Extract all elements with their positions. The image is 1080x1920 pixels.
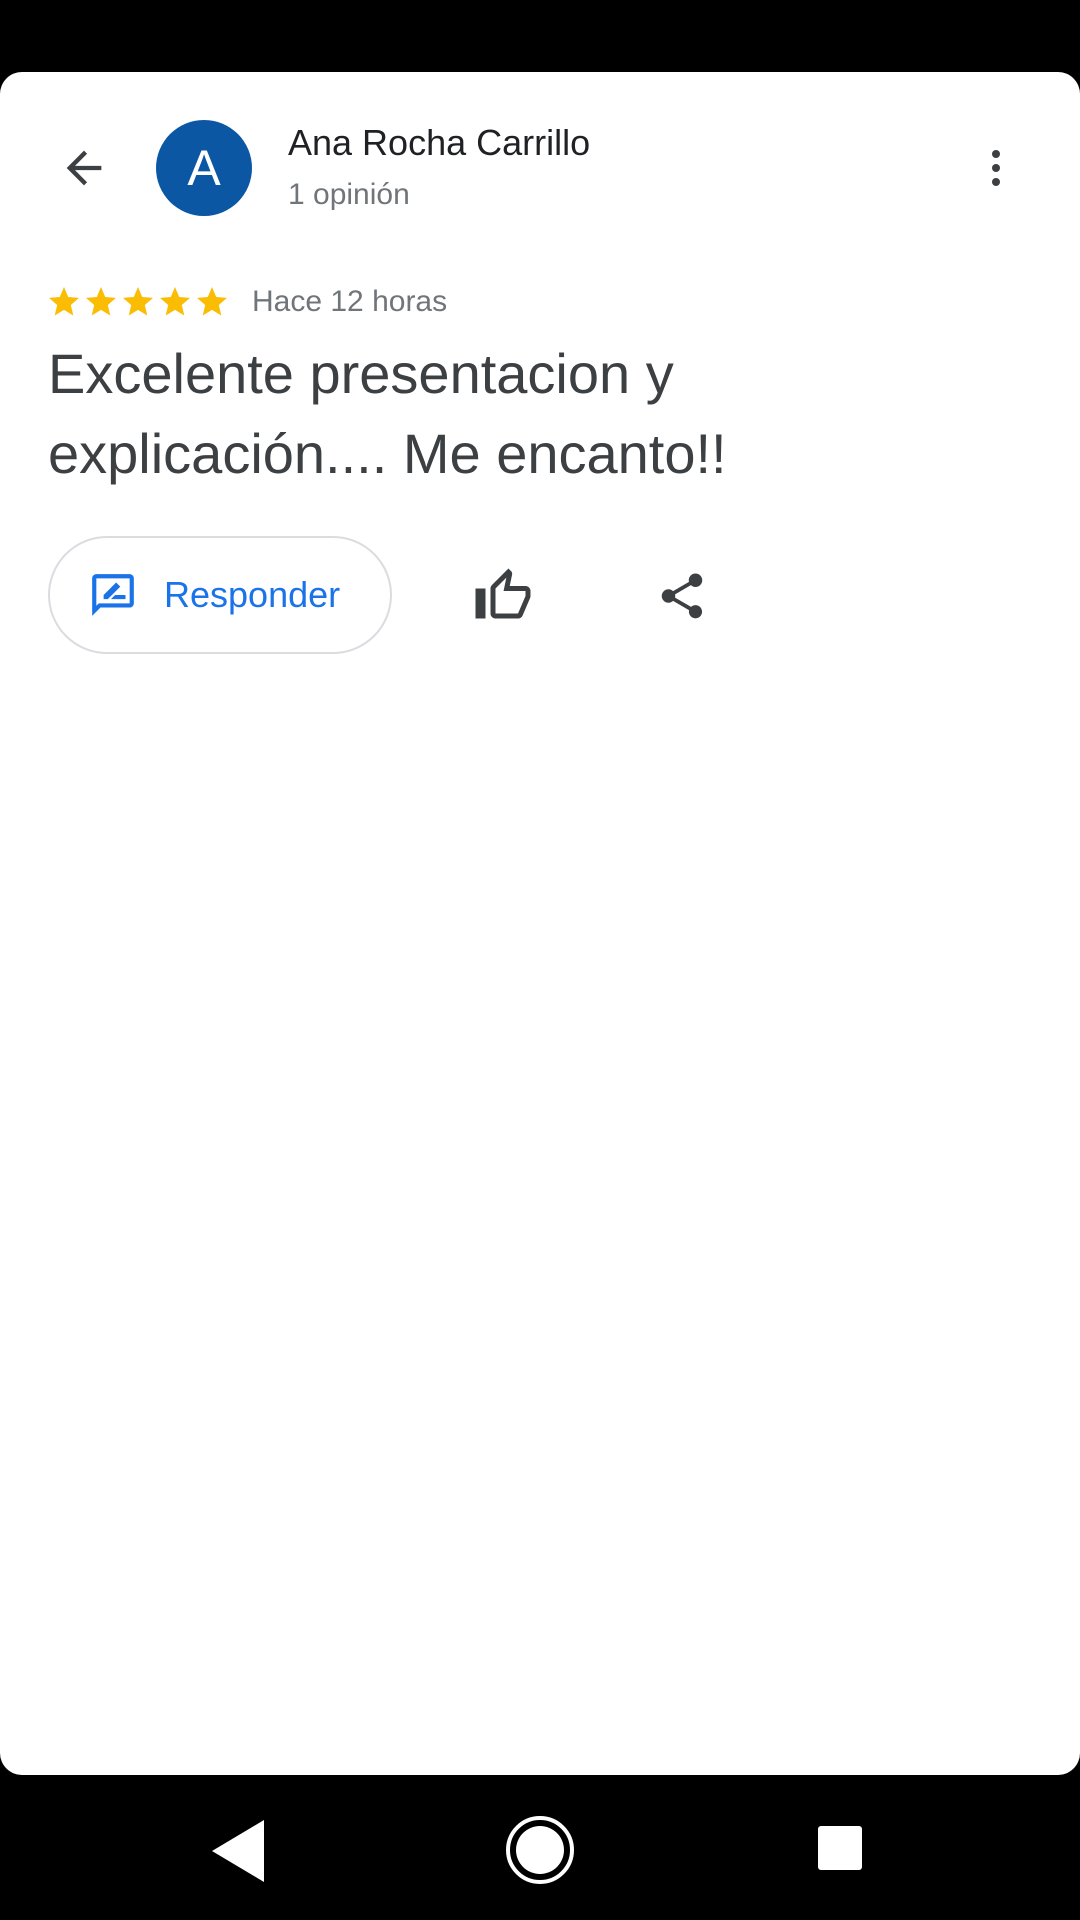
rating-row: Hace 12 horas xyxy=(46,280,447,324)
share-button[interactable] xyxy=(642,556,722,636)
nav-home-icon[interactable] xyxy=(504,1814,576,1886)
review-time: Hace 12 horas xyxy=(252,285,448,318)
back-button[interactable] xyxy=(40,112,128,224)
rate-review-icon xyxy=(92,574,134,616)
more-vert-icon xyxy=(992,150,1000,186)
reply-button[interactable]: Responder xyxy=(48,536,392,654)
nav-recents-icon[interactable] xyxy=(816,1824,864,1872)
author-review-count: 1 opinión xyxy=(288,178,410,211)
share-icon xyxy=(661,573,703,619)
star-icon xyxy=(49,287,79,316)
avatar-letter: A xyxy=(187,140,221,196)
star-icon xyxy=(86,287,116,316)
star-icon xyxy=(160,287,190,316)
status-bar xyxy=(0,0,1080,72)
star-icon xyxy=(197,287,227,316)
review-sheet xyxy=(0,72,1080,1775)
review-text: Excelente presentacion y explicación....… xyxy=(48,342,727,485)
arrow-back-icon xyxy=(66,150,102,186)
star-rating xyxy=(46,284,230,320)
avatar[interactable]: A xyxy=(156,120,252,216)
reply-label: Responder xyxy=(164,574,341,615)
nav-back-icon[interactable] xyxy=(206,1818,272,1884)
like-button[interactable] xyxy=(462,556,544,636)
thumb-up-icon xyxy=(475,568,531,619)
author-name[interactable]: Ana Rocha Carrillo xyxy=(288,122,590,164)
star-icon xyxy=(123,287,153,316)
more-options-button[interactable] xyxy=(960,130,1032,206)
